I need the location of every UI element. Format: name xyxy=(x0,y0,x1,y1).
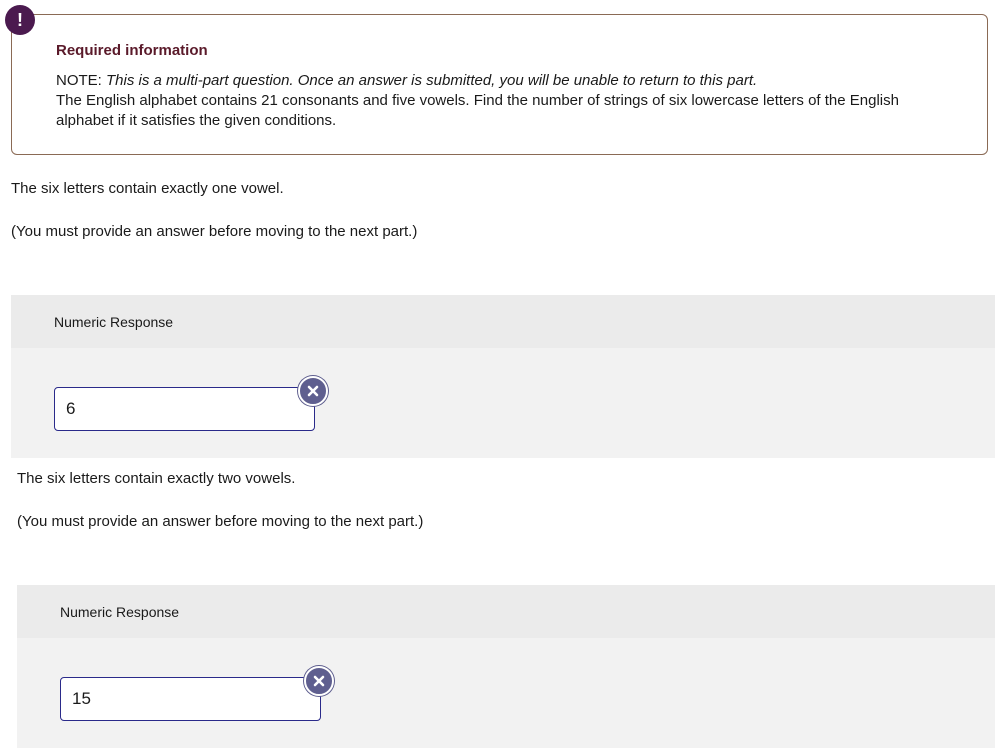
part-1-question: The six letters contain exactly one vowe… xyxy=(11,180,284,197)
part-1-clear-button[interactable] xyxy=(298,376,328,406)
part-1-instruction: (You must provide an answer before movin… xyxy=(11,223,418,240)
part-1-response-panel: Numeric Response xyxy=(11,295,995,458)
part-2-response-panel: Numeric Response xyxy=(17,585,995,748)
clear-icon xyxy=(307,385,319,397)
note-prefix: NOTE: xyxy=(56,72,107,89)
part-2-instruction: (You must provide an answer before movin… xyxy=(17,513,424,530)
part-1-answer-input[interactable] xyxy=(54,387,315,431)
alert-icon: ! xyxy=(5,5,35,35)
part-2-clear-button[interactable] xyxy=(304,666,334,696)
part-1-response-label: Numeric Response xyxy=(11,295,995,348)
clear-icon xyxy=(313,675,325,687)
part-1-response-body xyxy=(11,348,995,458)
problem-statement: The English alphabet contains 21 consona… xyxy=(56,92,899,129)
part-2-response-label: Numeric Response xyxy=(17,585,995,638)
part-2-response-body xyxy=(17,638,995,748)
part-2-answer-input[interactable] xyxy=(60,677,321,721)
note-text: This is a multi-part question. Once an a… xyxy=(106,72,758,89)
notice-title: Required information xyxy=(56,42,208,59)
required-info-panel: Required information NOTE: This is a mul… xyxy=(11,14,988,155)
notice-body: NOTE: This is a multi-part question. Onc… xyxy=(56,71,956,131)
part-2-question: The six letters contain exactly two vowe… xyxy=(17,470,296,487)
